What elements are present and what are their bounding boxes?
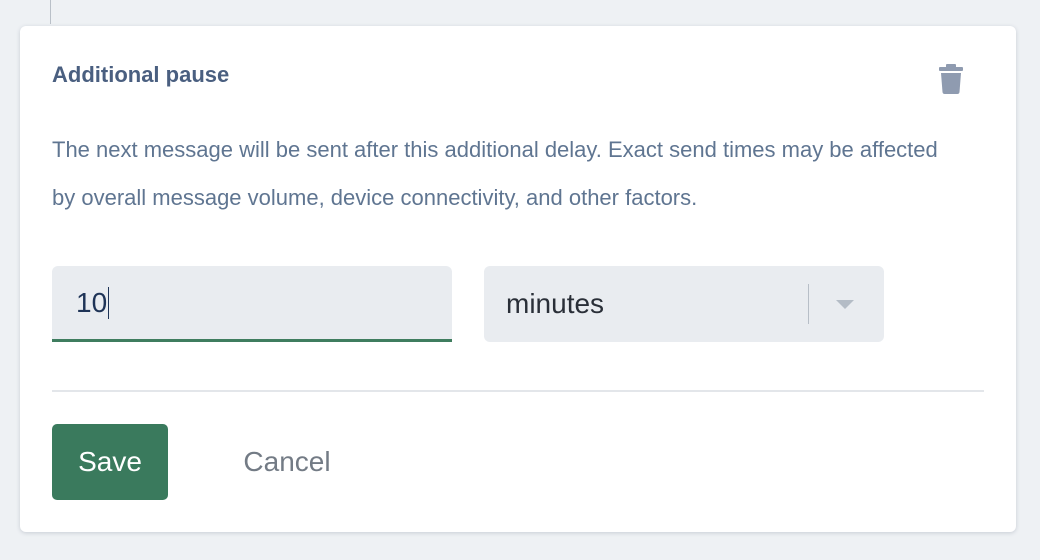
save-button[interactable]: Save bbox=[52, 424, 168, 500]
trash-icon bbox=[939, 64, 963, 94]
delete-button[interactable] bbox=[936, 62, 966, 96]
delay-value-input[interactable]: 10 bbox=[52, 266, 452, 342]
footer-divider bbox=[52, 390, 984, 392]
chevron-down-icon[interactable] bbox=[836, 300, 854, 309]
delay-unit-value: minutes bbox=[506, 288, 605, 319]
card-title: Additional pause bbox=[52, 62, 230, 87]
select-separator bbox=[808, 284, 809, 324]
pause-description: The next message will be sent after this… bbox=[52, 137, 938, 210]
delay-value-text: 10 bbox=[76, 286, 108, 318]
delay-unit-select[interactable]: minutes bbox=[484, 266, 884, 342]
cancel-button[interactable]: Cancel bbox=[220, 424, 354, 500]
text-caret bbox=[108, 286, 110, 319]
timeline-connector bbox=[50, 0, 51, 24]
additional-pause-card: Additional pause The next message will b… bbox=[20, 26, 1016, 532]
